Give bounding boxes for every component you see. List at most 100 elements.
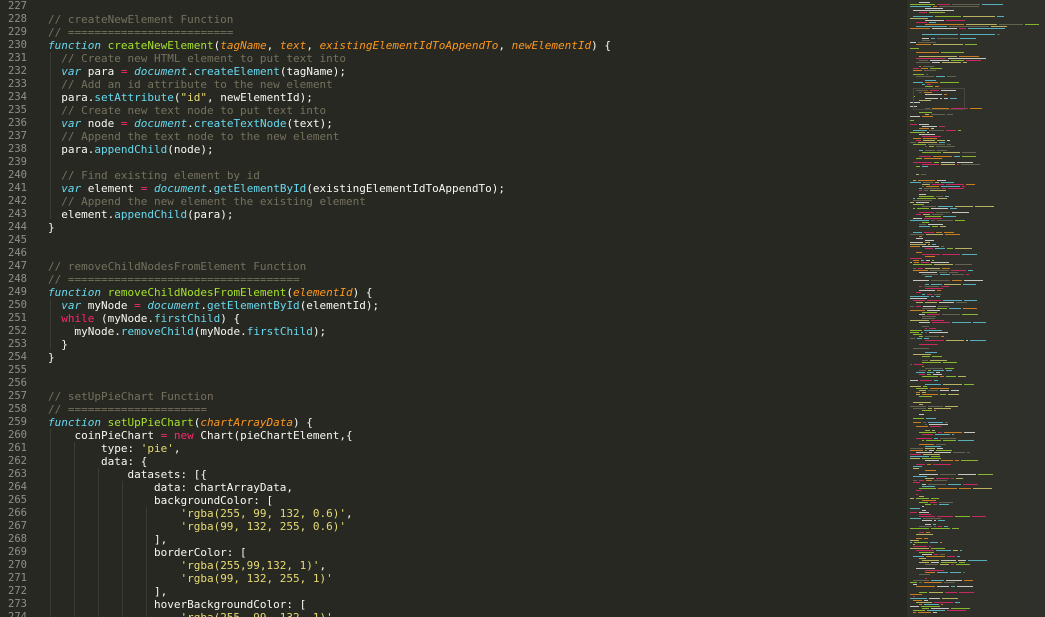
minimap-line [933, 6, 937, 7]
minimap-line [913, 466, 922, 467]
code-line[interactable]: // removeChildNodesFromElement Function [48, 260, 306, 273]
code-line[interactable]: // Append the text node to the new eleme… [48, 130, 339, 143]
code-token: node [81, 117, 121, 130]
code-line[interactable]: // Create new HTML element to put text i… [48, 52, 346, 65]
minimap-line [926, 186, 939, 187]
code-line[interactable]: data: chartArrayData, [48, 481, 293, 494]
minimap-line [937, 516, 953, 517]
code-token: function [48, 39, 101, 52]
minimap-line [934, 480, 947, 481]
code-line[interactable]: // Create new text node to put text into [48, 104, 326, 117]
code-line[interactable]: // setUpPieChart Function [48, 390, 214, 403]
minimap-line [940, 564, 949, 565]
code-line[interactable]: myNode.removeChild(myNode.firstChild); [48, 325, 326, 338]
minimap-line [938, 520, 945, 521]
code-line[interactable]: // Append the new element the existing e… [48, 195, 366, 208]
code-line[interactable]: // =================================== [48, 273, 300, 286]
minimap-line [931, 580, 944, 581]
code-line[interactable]: while (myNode.firstChild) { [48, 312, 240, 325]
minimap-line [959, 28, 966, 29]
code-line[interactable]: 'rgba(255, 99, 132, 0.6)', [48, 507, 352, 520]
minimap-line [922, 440, 924, 441]
line-number: 233 [8, 78, 27, 90]
minimap-line [919, 224, 926, 225]
minimap-line [910, 310, 925, 311]
minimap-line [934, 264, 953, 265]
minimap-line [939, 6, 979, 7]
minimap-line [922, 510, 926, 511]
code-line[interactable]: // ========================= [48, 26, 233, 39]
minimap-line [924, 158, 942, 159]
code-line[interactable]: var node = document.createTextNode(text)… [48, 117, 333, 130]
minimap-line [943, 362, 957, 363]
code-line[interactable]: type: 'pie', [48, 442, 181, 455]
minimap-line [910, 258, 922, 259]
code-line[interactable]: 'rgba(99, 132, 255, 1)' [48, 572, 332, 585]
minimap-line [963, 62, 967, 63]
minimap-line [925, 114, 929, 115]
minimap-line [937, 180, 946, 181]
code-token: myNode [81, 299, 135, 312]
minimap-line [916, 76, 934, 77]
code-line[interactable]: para.setAttribute("id", newElementId); [48, 91, 313, 104]
minimap-line [916, 586, 935, 587]
minimap-line [972, 516, 986, 517]
code-token: , [498, 39, 512, 52]
minimap-line [913, 584, 917, 585]
minimap-line [916, 52, 939, 53]
code-line[interactable]: element.appendChild(para); [48, 208, 233, 221]
minimap-line [916, 494, 918, 495]
minimap-line [931, 608, 949, 609]
code-line[interactable]: borderColor: [ [48, 546, 247, 559]
code-line[interactable]: backgroundColor: [ [48, 494, 273, 507]
code-line[interactable]: var para = document.createElement(tagNam… [48, 65, 346, 78]
code-line[interactable]: para.appendChild(node); [48, 143, 213, 156]
code-line[interactable]: hoverBackgroundColor: [ [48, 598, 306, 611]
code-editor[interactable]: 227 228 229 230 231 232 233 234 235 236 237 238 239 2… [0, 0, 907, 617]
minimap-line [935, 434, 950, 435]
minimap-line [913, 482, 920, 483]
code-line[interactable]: 'rgba(99, 132, 255, 0.6)' [48, 520, 346, 533]
minimap-line [919, 496, 924, 497]
code-line[interactable]: // Find existing element by id [48, 169, 260, 182]
minimap-line [913, 418, 924, 419]
code-line[interactable]: 'rgba(255,99,132, 1)', [48, 559, 326, 572]
code-line[interactable]: } [48, 221, 55, 234]
code-line[interactable]: data: { [48, 455, 147, 468]
code-line[interactable]: ], [48, 533, 167, 546]
minimap-line [916, 452, 932, 453]
minimap-line [919, 474, 938, 475]
minimap-line [913, 580, 929, 581]
code-line[interactable]: coinPieChart = new Chart(pieChartElement… [48, 429, 352, 442]
code-token: (myNode. [193, 325, 247, 338]
code-line[interactable]: ], [48, 585, 167, 598]
minimap[interactable] [907, 0, 1045, 617]
code-line[interactable]: } [48, 351, 55, 364]
minimap-line [927, 374, 931, 375]
minimap-line [919, 562, 929, 563]
minimap-line [919, 558, 926, 559]
minimap-line [928, 224, 943, 225]
code-line[interactable]: var element = document.getElementById(ex… [48, 182, 505, 195]
minimap-line [910, 458, 920, 459]
minimap-line [913, 144, 926, 145]
code-token: getElementById [213, 182, 307, 195]
code-token: // setUpPieChart Function [48, 390, 214, 403]
minimap-line [958, 440, 974, 441]
code-line[interactable]: function createNewElement(tagName, text,… [48, 39, 611, 52]
code-line[interactable]: // createNewElement Function [48, 13, 233, 26]
code-line[interactable]: function setUpPieChart(chartArrayData) { [48, 416, 313, 429]
code-line[interactable]: // ===================== [48, 403, 207, 416]
code-line[interactable]: 'rgba(255, 99, 132, 1)', [48, 611, 339, 617]
minimap-line [931, 296, 934, 297]
minimap-line [932, 430, 935, 431]
minimap-line [947, 144, 951, 145]
line-number: 254 [8, 351, 27, 363]
code-line[interactable]: // Add an id attribute to the new elemen… [48, 78, 333, 91]
code-token: coinPieChart [48, 429, 161, 442]
code-line[interactable]: datasets: [{ [48, 468, 206, 481]
minimap-line [923, 386, 927, 387]
code-line[interactable]: var myNode = document.getElementById(ele… [48, 299, 379, 312]
code-token: function [48, 286, 101, 299]
code-line[interactable]: function removeChildNodesFromElement(ele… [48, 286, 373, 299]
